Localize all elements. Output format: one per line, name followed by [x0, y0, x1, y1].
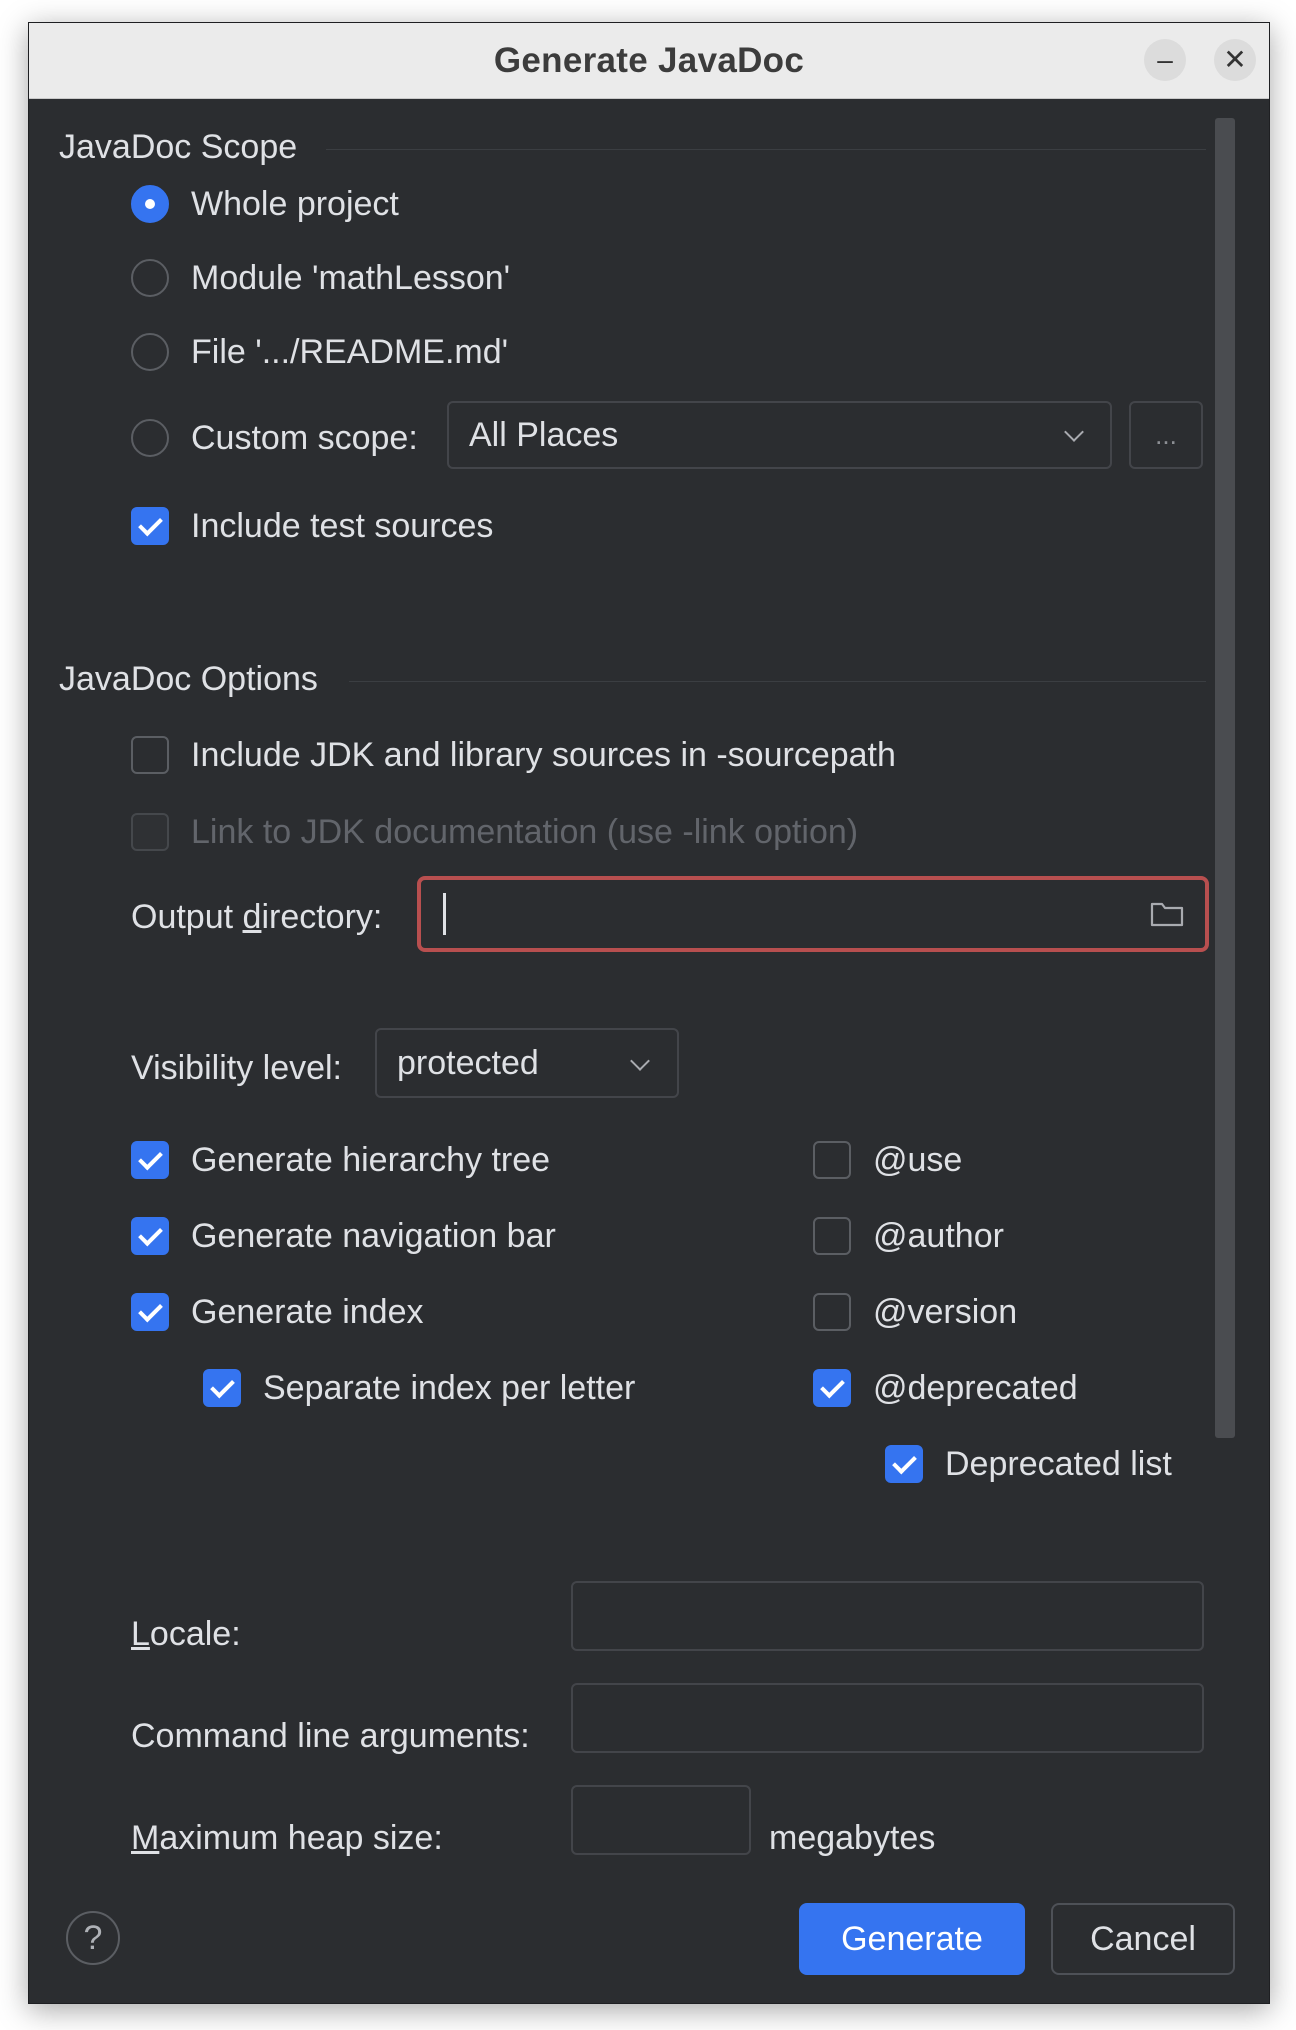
folder-icon[interactable]	[1150, 901, 1184, 927]
radio-module[interactable]	[131, 259, 169, 297]
deprecated-list-label[interactable]: Deprecated list	[945, 1445, 1172, 1484]
close-icon: ✕	[1223, 44, 1247, 75]
generate-javadoc-dialog: Generate JavaDoc – ✕ JavaDoc Scope Whole…	[28, 22, 1270, 2004]
separate-index-per-letter-label[interactable]: Separate index per letter	[263, 1369, 635, 1408]
include-test-sources-label[interactable]: Include test sources	[191, 507, 493, 546]
generate-navigation-bar-label[interactable]: Generate navigation bar	[191, 1217, 556, 1256]
output-directory-field[interactable]	[417, 876, 1209, 952]
deprecated-tag-label[interactable]: @deprecated	[873, 1369, 1078, 1408]
visibility-level-value: protected	[397, 1044, 539, 1082]
include-jdk-sources-label[interactable]: Include JDK and library sources in -sour…	[191, 736, 896, 775]
visibility-level-label: Visibility level:	[131, 1049, 343, 1087]
author-tag-label[interactable]: @author	[873, 1217, 1004, 1256]
generate-hierarchy-tree-checkbox[interactable]	[131, 1141, 169, 1179]
generate-index-label[interactable]: Generate index	[191, 1293, 424, 1332]
options-section-title: JavaDoc Options	[59, 660, 318, 698]
vertical-scrollbar[interactable]	[1215, 118, 1235, 1438]
options-separator	[349, 681, 1206, 682]
version-tag-checkbox[interactable]	[813, 1293, 851, 1331]
generate-button[interactable]: Generate	[799, 1903, 1025, 1975]
text-cursor	[443, 893, 446, 935]
separate-index-per-letter-checkbox[interactable]	[203, 1369, 241, 1407]
scope-section-title: JavaDoc Scope	[59, 128, 298, 166]
chevron-down-icon	[630, 1051, 650, 1071]
minimize-button[interactable]: –	[1144, 39, 1186, 81]
chevron-down-icon	[1064, 422, 1084, 442]
ellipsis-icon: ...	[1155, 420, 1177, 450]
maximum-heap-size-label: Maximum heap size:	[131, 1819, 443, 1857]
maximum-heap-size-input[interactable]	[571, 1785, 751, 1855]
use-tag-label[interactable]: @use	[873, 1141, 962, 1180]
generate-hierarchy-tree-label[interactable]: Generate hierarchy tree	[191, 1141, 550, 1180]
radio-custom-scope[interactable]	[131, 419, 169, 457]
link-jdk-docs-label: Link to JDK documentation (use -link opt…	[191, 813, 859, 851]
megabytes-unit-label: megabytes	[769, 1819, 936, 1857]
generate-index-checkbox[interactable]	[131, 1293, 169, 1331]
include-jdk-sources-checkbox[interactable]	[131, 736, 169, 774]
minimize-icon: –	[1157, 44, 1173, 75]
radio-module-label[interactable]: Module 'mathLesson'	[191, 259, 510, 298]
include-test-sources-checkbox[interactable]	[131, 507, 169, 545]
command-line-arguments-input[interactable]	[571, 1683, 1204, 1753]
locale-label: Locale:	[131, 1615, 241, 1653]
locale-input[interactable]	[571, 1581, 1204, 1651]
command-line-arguments-label: Command line arguments:	[131, 1717, 530, 1755]
generate-navigation-bar-checkbox[interactable]	[131, 1217, 169, 1255]
cancel-button[interactable]: Cancel	[1051, 1903, 1235, 1975]
custom-scope-dropdown[interactable]: All Places	[447, 401, 1112, 469]
dialog-title: Generate JavaDoc	[493, 41, 805, 80]
help-button[interactable]: ?	[66, 1911, 120, 1965]
close-button[interactable]: ✕	[1214, 39, 1256, 81]
radio-whole-project-label[interactable]: Whole project	[191, 185, 399, 224]
author-tag-checkbox[interactable]	[813, 1217, 851, 1255]
version-tag-label[interactable]: @version	[873, 1293, 1017, 1332]
deprecated-tag-checkbox[interactable]	[813, 1369, 851, 1407]
radio-file-label[interactable]: File '.../README.md'	[191, 333, 508, 372]
radio-file[interactable]	[131, 333, 169, 371]
scope-separator	[326, 149, 1206, 150]
link-jdk-docs-checkbox	[131, 813, 169, 851]
custom-scope-value: All Places	[469, 416, 619, 454]
deprecated-list-checkbox[interactable]	[885, 1445, 923, 1483]
help-icon: ?	[83, 1919, 103, 1957]
radio-whole-project[interactable]	[131, 185, 169, 223]
use-tag-checkbox[interactable]	[813, 1141, 851, 1179]
radio-custom-scope-label[interactable]: Custom scope:	[191, 419, 418, 458]
output-directory-label: Output directory:	[131, 898, 383, 936]
visibility-level-dropdown[interactable]: protected	[375, 1028, 679, 1098]
browse-scope-button[interactable]: ...	[1129, 401, 1203, 469]
